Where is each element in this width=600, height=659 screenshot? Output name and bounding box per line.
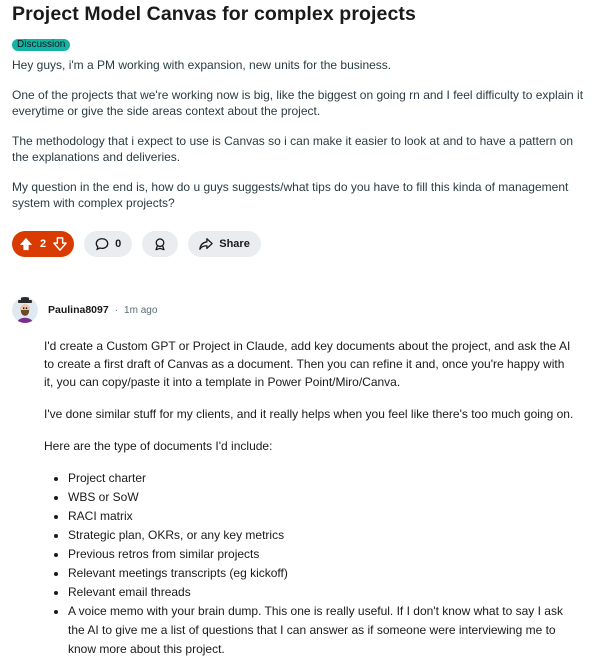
downvote-button[interactable] — [50, 234, 70, 254]
user-avatar-icon — [12, 297, 38, 323]
award-button[interactable] — [142, 231, 179, 257]
upvote-button[interactable] — [16, 234, 36, 254]
comment-icon — [95, 238, 109, 251]
award-icon — [155, 238, 165, 251]
upvote-icon — [19, 237, 33, 251]
list-item: WBS or SoW — [68, 488, 574, 507]
post: Project Model Canvas for complex project… — [12, 0, 592, 225]
comment-body: I'd create a Custom GPT or Project in Cl… — [44, 337, 574, 659]
list-item: Previous retros from similar projects — [68, 545, 574, 564]
meta-separator: · — [114, 304, 119, 316]
vote-count: 2 — [40, 238, 47, 250]
comment-paragraph: I'd create a Custom GPT or Project in Cl… — [44, 339, 571, 389]
share-icon — [199, 238, 214, 250]
list-item: Relevant meetings transcripts (eg kickof… — [68, 564, 574, 583]
comment-timestamp[interactable]: 1m ago — [124, 305, 157, 316]
list-item: A voice memo with your brain dump. This … — [68, 602, 574, 659]
comment-username[interactable]: Paulina8097 — [48, 304, 109, 316]
post-actions: 2 0 Share — [12, 231, 261, 257]
comment-paragraph: Here are the type of documents I'd inclu… — [44, 439, 273, 453]
comment-header: Paulina8097 · 1m ago — [12, 297, 592, 323]
list-item: Relevant email threads — [68, 583, 574, 602]
post-paragraph: Hey guys, i'm a PM working with expansio… — [12, 58, 392, 72]
comment: Paulina8097 · 1m ago I'd create a Custom… — [12, 297, 592, 656]
comment-count: 0 — [115, 238, 122, 250]
share-label: Share — [219, 238, 250, 250]
comments-button[interactable]: 0 — [84, 231, 133, 257]
share-button[interactable]: Share — [188, 231, 261, 257]
list-item: RACI matrix — [68, 507, 574, 526]
avatar[interactable] — [12, 297, 38, 323]
post-paragraph: My question in the end is, how do u guys… — [12, 180, 569, 210]
post-title: Project Model Canvas for complex project… — [12, 3, 416, 25]
document-list: Project charter WBS or SoW RACI matrix S… — [44, 469, 574, 659]
flair-badge[interactable]: Discussion — [12, 39, 71, 51]
post-body: Hey guys, i'm a PM working with expansio… — [12, 57, 592, 211]
post-paragraph: The methodology that i expect to use is … — [12, 134, 573, 164]
list-item: Project charter — [68, 469, 574, 488]
comment-paragraph: I've done similar stuff for my clients, … — [44, 407, 574, 421]
downvote-icon — [53, 237, 67, 251]
post-paragraph: One of the projects that we're working n… — [12, 88, 584, 118]
vote-control: 2 — [12, 231, 75, 257]
list-item: Strategic plan, OKRs, or any key metrics — [68, 526, 574, 545]
